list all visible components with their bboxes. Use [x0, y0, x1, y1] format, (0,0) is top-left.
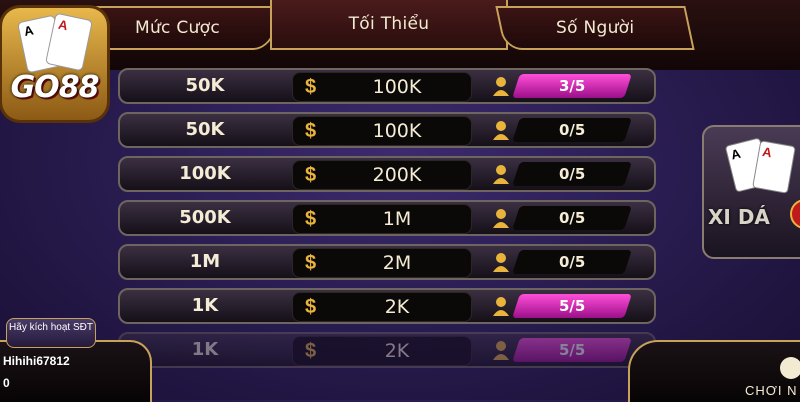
minimum-box: $2K — [292, 336, 472, 366]
minimum-box: $2K — [292, 292, 472, 322]
bet-level: 1M — [189, 251, 221, 272]
side-game-card[interactable]: A A XI DÁ 4 — [702, 125, 800, 259]
dollar-icon: $ — [305, 296, 317, 318]
go88-logo: A A GO88 — [2, 8, 107, 120]
dollar-icon: $ — [305, 252, 317, 274]
play-button-label[interactable]: CHƠI N — [745, 383, 798, 398]
dollar-icon: $ — [305, 208, 317, 230]
balance: 0 — [3, 376, 10, 390]
bet-level: 50K — [185, 75, 225, 96]
minimum-value: 100K — [372, 120, 422, 142]
side-game-title: XI DÁ — [708, 205, 770, 229]
minimum-box: $100K — [292, 116, 472, 146]
tab-minimum-label: Tối Thiểu — [348, 14, 430, 34]
minimum-value: 200K — [372, 164, 422, 186]
table-row[interactable]: 100K $200K 0/5 — [118, 156, 656, 192]
tab-player-count[interactable]: Số Người — [495, 6, 695, 50]
bet-level: 100K — [179, 163, 231, 184]
minimum-value: 2M — [382, 252, 412, 274]
dollar-icon: $ — [305, 164, 317, 186]
user-icon — [493, 341, 509, 360]
user-icon — [493, 77, 509, 96]
dollar-icon: $ — [305, 76, 317, 98]
user-icon — [493, 121, 509, 140]
player-count: 0/5 — [512, 118, 632, 142]
activate-phone-button[interactable]: Hãy kích hoạt SĐT — [6, 318, 96, 348]
minimum-box: $2M — [292, 248, 472, 278]
player-panel — [0, 340, 152, 402]
playing-card-icon: A — [752, 140, 796, 194]
user-icon — [493, 165, 509, 184]
bet-level: 50K — [185, 119, 225, 140]
dollar-icon: $ — [305, 340, 317, 362]
user-icon — [493, 209, 509, 228]
player-count: 3/5 — [512, 74, 632, 98]
table-row[interactable]: 50K $100K 0/5 — [118, 112, 656, 148]
dollar-icon: $ — [305, 120, 317, 142]
table-row[interactable]: 1M $2M 0/5 — [118, 244, 656, 280]
player-count: 5/5 — [512, 294, 632, 318]
tab-bet-label: Mức Cược — [135, 18, 220, 38]
user-icon — [493, 297, 509, 316]
minimum-value: 100K — [372, 76, 422, 98]
user-icon — [493, 253, 509, 272]
player-count: 0/5 — [512, 162, 632, 186]
side-game-badge: 4 — [790, 199, 800, 229]
tab-player-count-label: Số Người — [555, 18, 635, 38]
player-count: 0/5 — [512, 206, 632, 230]
table-row[interactable]: 1K $2K 5/5 — [118, 332, 656, 368]
minimum-value: 1M — [382, 208, 412, 230]
bet-level: 500K — [179, 207, 231, 228]
tab-minimum[interactable]: Tối Thiểu — [270, 0, 508, 50]
table-row[interactable]: 1K $2K 5/5 — [118, 288, 656, 324]
table-row[interactable]: 500K $1M 0/5 — [118, 200, 656, 236]
minimum-box: $100K — [292, 72, 472, 102]
player-count: 0/5 — [512, 250, 632, 274]
play-icon — [780, 357, 800, 379]
minimum-value: 2K — [384, 296, 410, 318]
logo-text: GO88 — [10, 70, 100, 105]
bet-level: 1K — [191, 295, 219, 316]
minimum-box: $200K — [292, 160, 472, 190]
minimum-box: $1M — [292, 204, 472, 234]
player-count: 5/5 — [512, 338, 632, 362]
minimum-value: 2K — [384, 340, 410, 362]
username: Hihihi67812 — [3, 354, 70, 368]
table-row[interactable]: 50K $100K 3/5 — [118, 68, 656, 104]
